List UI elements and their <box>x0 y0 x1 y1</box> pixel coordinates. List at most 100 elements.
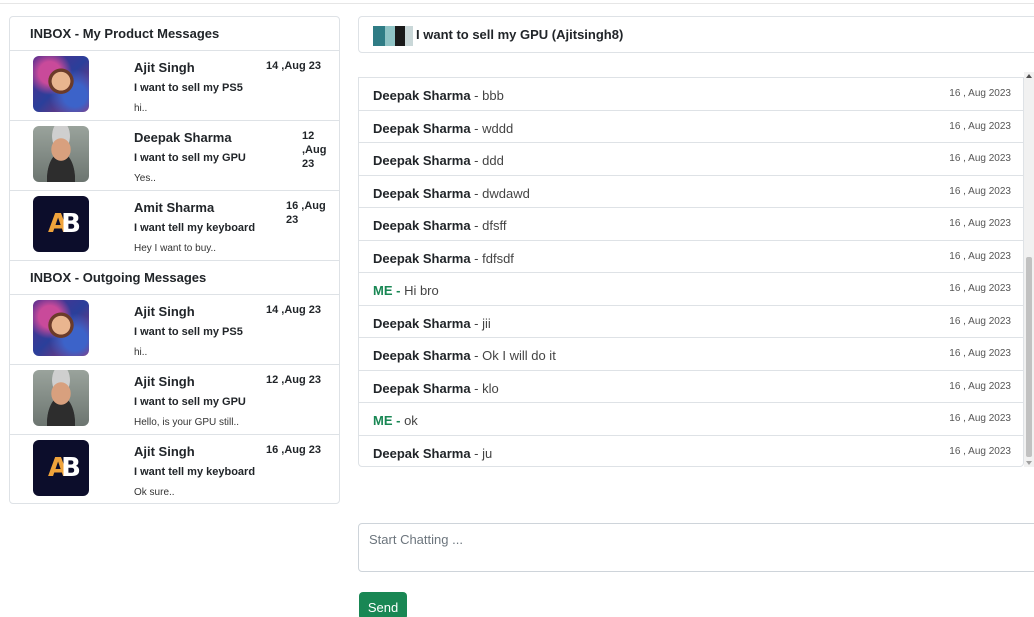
chat-message-date: 16 , Aug 2023 <box>949 185 1011 197</box>
chat-message: Deepak Sharma - bbb <box>373 88 504 103</box>
scroll-down-arrow-icon[interactable] <box>1026 461 1032 465</box>
msg-sender-name: Ajit Singh <box>134 444 195 459</box>
inbox-item[interactable]: Deepak Sharma I want to sell my GPU Yes.… <box>10 121 339 191</box>
msg-subject: I want to sell my PS5 <box>134 326 243 338</box>
chat-message-text: dwdawd <box>482 185 530 201</box>
chat-message: Deepak Sharma - fdfsdf <box>373 251 514 266</box>
chat-message-date: 16 , Aug 2023 <box>949 348 1011 359</box>
send-button[interactable]: Send <box>359 592 407 617</box>
chat-message-text: ju <box>482 445 493 461</box>
chat-sender-name: ME <box>373 413 393 428</box>
chat-scrollbar[interactable] <box>1024 72 1034 467</box>
chat-message-text: jii <box>482 315 491 331</box>
scroll-up-arrow-icon[interactable] <box>1026 74 1032 78</box>
msg-subject: I want to sell my PS5 <box>134 82 243 94</box>
outgoing-item[interactable]: Ajit Singh I want to sell my GPU Hello, … <box>10 365 339 435</box>
chat-message-row: Deepak Sharma - jii 16 , Aug 2023 <box>359 306 1023 338</box>
chat-message-text: fdfsdf <box>482 250 514 266</box>
top-divider <box>0 3 1034 4</box>
msg-date-line: 16 ,Aug <box>286 200 326 212</box>
inbox-item[interactable]: AB Amit Sharma I want tell my keyboard H… <box>10 191 339 261</box>
msg-date: 12 ,Aug 23 <box>266 374 322 386</box>
chat-message: ME - ok <box>373 413 418 428</box>
chat-message-row: ME - Hi bro 16 , Aug 2023 <box>359 273 1023 306</box>
msg-date: 12 ,Aug 23 <box>302 129 326 171</box>
msg-preview: Hello, is your GPU still.. <box>134 417 240 428</box>
chat-separator: - <box>470 380 483 396</box>
inbox-header: INBOX - My Product Messages <box>10 17 339 51</box>
chat-message-date: 16 , Aug 2023 <box>949 153 1011 164</box>
msg-date: 14 ,Aug 23 <box>266 304 322 316</box>
msg-sender-name: Ajit Singh <box>134 304 195 319</box>
chat-message-date: 16 , Aug 2023 <box>949 380 1011 392</box>
chat-separator: - <box>470 88 483 103</box>
chat-message: Deepak Sharma - jii <box>373 316 491 331</box>
chat-message: Deepak Sharma - dwdawd <box>373 186 530 201</box>
chat-message-row: Deepak Sharma - ddd 16 , Aug 2023 <box>359 143 1023 176</box>
outgoing-item[interactable]: Ajit Singh I want to sell my PS5 hi.. 14… <box>10 295 339 365</box>
chat-message-date: 16 , Aug 2023 <box>949 413 1011 424</box>
chat-sender-name: Deepak Sharma <box>373 153 471 168</box>
chat-separator: - <box>470 348 483 363</box>
ab-logo: AB <box>33 196 89 252</box>
chat-message-text: ddd <box>482 153 504 168</box>
ab-logo: AB <box>33 440 89 496</box>
msg-sender-name: Ajit Singh <box>134 60 195 75</box>
chat-message: ME - Hi bro <box>373 283 439 298</box>
chat-sender-name: Deepak Sharma <box>373 88 471 103</box>
chat-message-text: ok <box>404 413 418 428</box>
msg-date-line: 12 <box>302 130 315 142</box>
msg-preview: Ok sure.. <box>134 487 175 498</box>
msg-preview: hi.. <box>134 103 148 114</box>
chat-message-text: bbb <box>482 88 504 103</box>
msg-sender-name: Ajit Singh <box>134 374 195 389</box>
chat-message-row: Deepak Sharma - ju 16 , Aug 2023 <box>359 436 1023 469</box>
chat-sender-name: Deepak Sharma <box>373 185 471 201</box>
ajit-avatar <box>33 300 89 356</box>
chat-separator: - <box>392 413 405 428</box>
chat-message-date: 16 , Aug 2023 <box>949 315 1011 327</box>
msg-subject: I want to sell my GPU <box>134 396 246 408</box>
msg-date: 16 ,Aug 23 <box>286 199 326 227</box>
chat-sender-name: Deepak Sharma <box>373 250 471 266</box>
chat-message-row: Deepak Sharma - dfsff 16 , Aug 2023 <box>359 208 1023 241</box>
chat-separator: - <box>470 120 483 136</box>
chat-message: Deepak Sharma - ddd <box>373 153 504 168</box>
chat-sender-name: Deepak Sharma <box>373 218 471 233</box>
msg-sender-name: Deepak Sharma <box>134 130 232 145</box>
chat-message-row: Deepak Sharma - Ok I will do it 16 , Aug … <box>359 338 1023 371</box>
chat-separator: - <box>470 250 483 266</box>
chat-message: Deepak Sharma - klo <box>373 381 499 396</box>
chat-message-list[interactable]: Deepak Sharma - bbb 16 , Aug 2023 Deepak S… <box>358 77 1024 467</box>
inbox-item[interactable]: Ajit Singh I want to sell my PS5 hi.. 14… <box>10 51 339 121</box>
scroll-thumb[interactable] <box>1026 257 1032 457</box>
chat-message: Deepak Sharma - dfsff <box>373 218 506 233</box>
msg-date-line: 23 <box>302 158 315 170</box>
outgoing-item[interactable]: AB Ajit Singh I want tell my keyboard Ok… <box>10 435 339 503</box>
ajit-avatar <box>33 56 89 112</box>
msg-preview: hi.. <box>134 347 148 358</box>
msg-subject: I want to sell my GPU <box>134 152 246 164</box>
msg-date-line: ,Aug <box>302 144 327 156</box>
chat-separator: - <box>470 218 483 233</box>
chat-message-date: 16 , Aug 2023 <box>949 88 1011 99</box>
msg-date: 16 ,Aug 23 <box>266 444 322 456</box>
msg-sender-name: Amit Sharma <box>134 200 215 215</box>
chat-separator: - <box>392 283 405 298</box>
msg-date-line: 23 <box>286 214 299 226</box>
chat-message-date: 16 , Aug 2023 <box>949 218 1011 229</box>
deepak-avatar <box>33 370 89 426</box>
chat-message-row: Deepak Sharma - dwdawd 16 , Aug 2023 <box>359 176 1023 208</box>
chat-message-text: Ok I will do it <box>482 348 556 363</box>
chat-input[interactable] <box>358 523 1034 572</box>
chat-title: I want to sell my GPU (Ajitsingh8) <box>416 27 624 42</box>
chat-separator: - <box>470 185 483 201</box>
chat-sender-name: Deepak Sharma <box>373 348 471 363</box>
msg-preview: Yes.. <box>134 173 156 184</box>
product-thumbnail <box>373 26 413 46</box>
chat-message: Deepak Sharma - Ok I will do it <box>373 348 556 363</box>
msg-subject: I want tell my keyboard <box>134 466 256 478</box>
chat-message-date: 16 , Aug 2023 <box>949 283 1011 294</box>
chat-sender-name: Deepak Sharma <box>373 315 471 331</box>
msg-preview: Hey I want to buy.. <box>134 243 217 254</box>
